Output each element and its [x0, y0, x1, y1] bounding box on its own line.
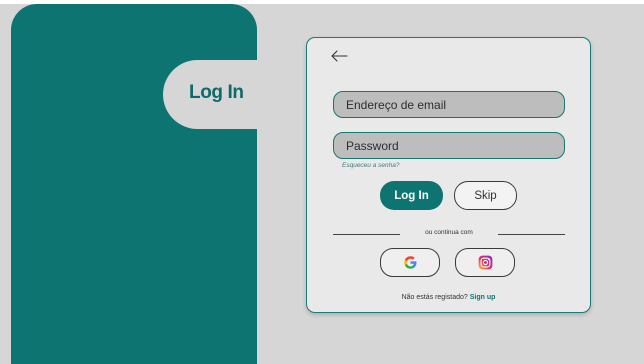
- skip-button[interactable]: Skip: [454, 181, 517, 210]
- instagram-login-button[interactable]: [455, 248, 515, 277]
- google-login-button[interactable]: [380, 248, 440, 277]
- signup-prompt-text: Não estás registado?: [401, 294, 468, 301]
- login-card: Esqueceu a senha? Log In Skip ou continu…: [306, 37, 591, 313]
- login-button[interactable]: Log In: [380, 181, 443, 210]
- email-field[interactable]: [333, 91, 565, 118]
- login-tab-label: Log In: [189, 82, 244, 103]
- forgot-password-link[interactable]: Esqueceu a senha?: [342, 162, 399, 169]
- signup-link[interactable]: Sign up: [470, 294, 496, 301]
- google-icon: [403, 256, 416, 269]
- divider-line-right: [498, 234, 565, 235]
- arrow-left-icon[interactable]: [330, 49, 348, 63]
- teal-side-panel: [11, 4, 257, 364]
- signup-prompt: Não estás registado? Sign up: [307, 294, 590, 301]
- instagram-icon: [478, 255, 492, 270]
- password-field[interactable]: [333, 132, 565, 159]
- divider: ou continua com: [333, 229, 565, 239]
